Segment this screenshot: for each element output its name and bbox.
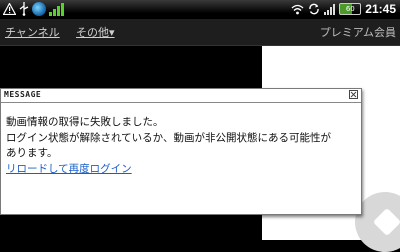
signal-green-icon: [49, 1, 64, 17]
nav-premium-label[interactable]: プレミアム会員: [320, 24, 396, 40]
status-left-icons: [3, 1, 64, 17]
message-dialog: MESSAGE 動画情報の取得に失敗しました。 ログイン状態が解除されているか、…: [0, 88, 362, 215]
dialog-title: MESSAGE: [4, 90, 42, 99]
dialog-body: 動画情報の取得に失敗しました。 ログイン状態が解除されているか、動画が非公開状態…: [1, 103, 361, 177]
nav-other-menu[interactable]: その他▾: [76, 24, 115, 40]
status-right-icons: 60 21:45: [291, 1, 396, 17]
sync-icon: [308, 1, 320, 17]
status-bar: 60 21:45: [0, 0, 400, 19]
nav-channel-link[interactable]: チャンネル: [5, 24, 60, 40]
dialog-message-line: あります。: [6, 147, 58, 159]
warning-icon: [3, 1, 16, 17]
globe-icon: [32, 1, 46, 17]
nav-bar: チャンネル その他▾ プレミアム会員: [0, 19, 400, 46]
dialog-titlebar: MESSAGE: [1, 89, 361, 103]
dialog-message-line: ログイン状態が解除されているか、動画が非公開状態にある可能性が: [6, 131, 331, 144]
battery-icon: 60: [339, 1, 362, 17]
wifi-icon: [291, 1, 304, 17]
close-icon[interactable]: [349, 90, 358, 99]
reload-login-link[interactable]: リロードして再度ログイン: [6, 163, 132, 175]
signal-icon: [324, 1, 336, 17]
clock: 21:45: [365, 2, 396, 16]
usb-icon: [19, 1, 29, 17]
battery-level: 60: [339, 3, 362, 15]
dialog-message-line: 動画情報の取得に失敗しました。: [6, 116, 164, 128]
